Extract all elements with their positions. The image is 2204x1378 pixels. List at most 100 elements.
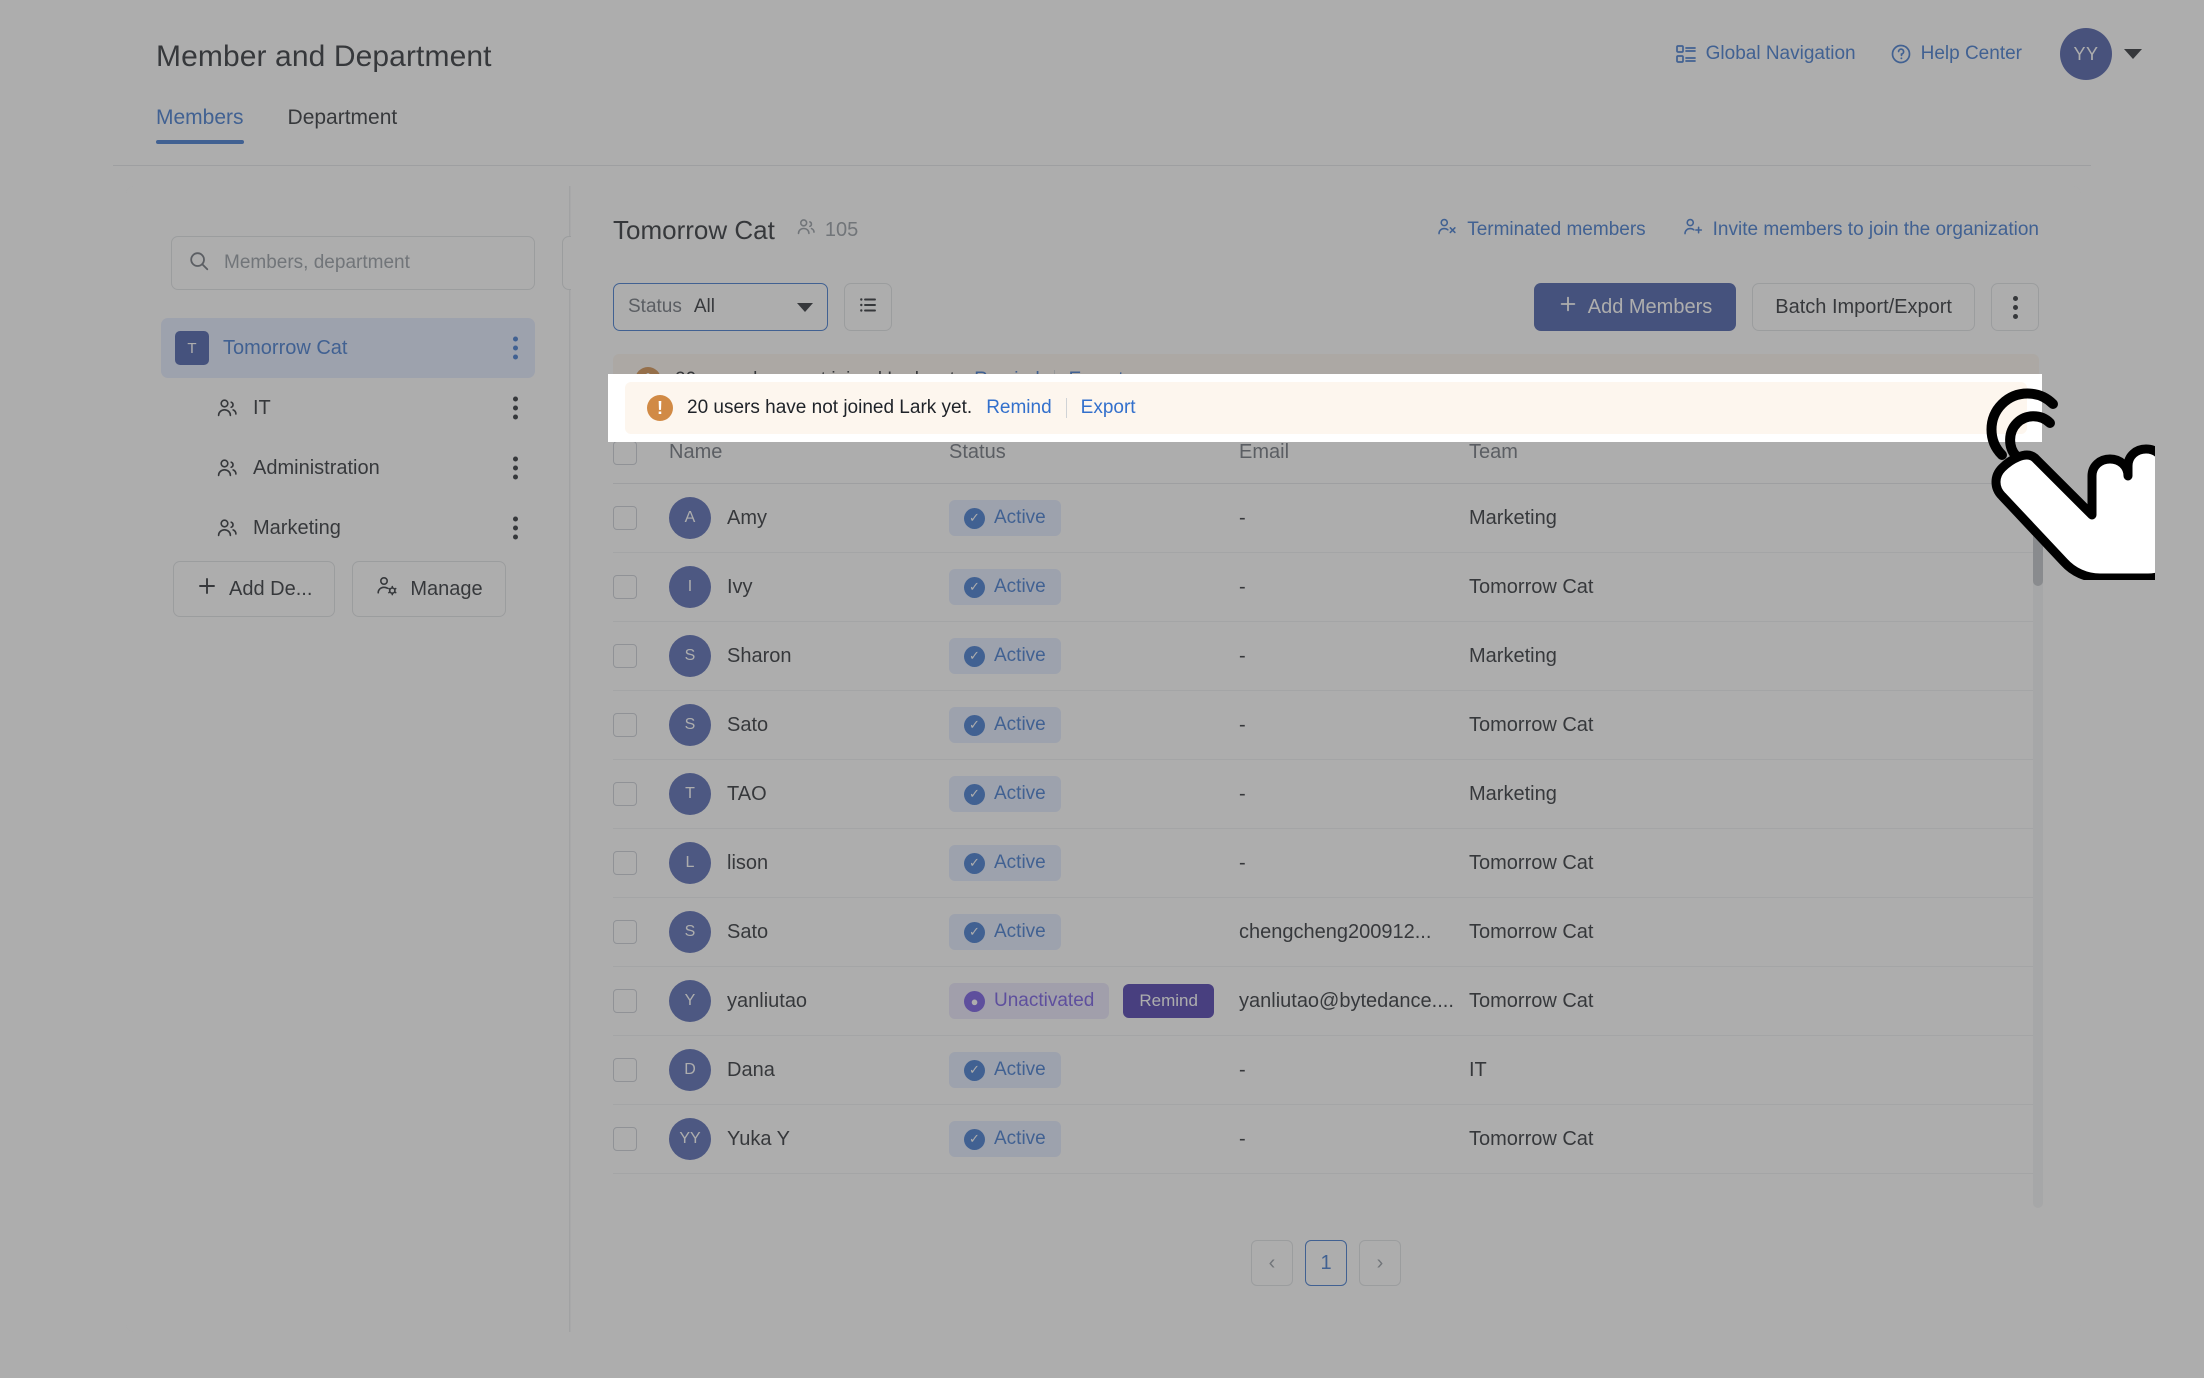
- member-team-cell: Marketing: [1469, 644, 1557, 667]
- member-name: Yuka Y: [727, 1127, 791, 1150]
- check-circle-icon: ✓: [964, 852, 985, 874]
- check-circle-icon: ✓: [964, 714, 985, 736]
- table-row[interactable]: Yyanliutao ● Unactivated Remind yanliutao@by…: [613, 967, 2039, 1036]
- help-center-link[interactable]: Help Center: [1890, 43, 2022, 65]
- batch-import-export-button[interactable]: Batch Import/Export: [1752, 283, 1975, 331]
- avatar: S: [669, 635, 711, 677]
- status-label: Active: [994, 576, 1046, 597]
- tree-node-it[interactable]: IT: [161, 378, 535, 438]
- avatar: A: [669, 497, 711, 539]
- member-name-cell: S Sato: [669, 911, 949, 953]
- tab-department[interactable]: Department: [288, 106, 398, 144]
- member-email-cell: -: [1239, 851, 1246, 874]
- tree-node-label: Administration: [253, 456, 380, 479]
- more-vertical-icon[interactable]: [513, 456, 519, 480]
- add-department-button[interactable]: Add De...: [173, 561, 336, 617]
- top-bar: Member and Department Global Navigation …: [0, 0, 2204, 120]
- status-badge: ✓ Active: [949, 1052, 1061, 1088]
- member-team-cell: IT: [1469, 1058, 1487, 1081]
- list-view-button[interactable]: [844, 283, 892, 331]
- check-circle-icon: ✓: [964, 645, 985, 667]
- more-vertical-icon[interactable]: [513, 516, 519, 540]
- more-vertical-icon[interactable]: [513, 396, 519, 420]
- avatar[interactable]: YY: [2060, 28, 2112, 80]
- alert-export-link[interactable]: Export: [1081, 397, 1136, 419]
- table-scrollbar[interactable]: [2033, 486, 2043, 1208]
- table-row[interactable]: S Sato ✓ Active chengcheng200912... Tomorrow …: [613, 898, 2039, 967]
- add-department-label: Add De...: [229, 577, 313, 600]
- row-select-cell: [613, 851, 669, 875]
- global-navigation-link[interactable]: Global Navigation: [1675, 43, 1856, 65]
- status-label: Active: [994, 921, 1046, 942]
- row-checkbox[interactable]: [613, 644, 637, 668]
- row-checkbox[interactable]: [613, 713, 637, 737]
- status-label: Unactivated: [994, 990, 1095, 1011]
- table-row[interactable]: Llison ✓ Active - Tomorrow Cat: [613, 829, 2039, 898]
- status-filter-select[interactable]: Status All: [613, 283, 828, 331]
- manage-button[interactable]: Manage: [352, 561, 506, 617]
- org-avatar: T: [175, 331, 209, 365]
- member-email-cell: -: [1239, 1058, 1246, 1081]
- member-team-cell: Tomorrow Cat: [1469, 851, 1594, 874]
- row-checkbox[interactable]: [613, 1127, 637, 1151]
- search-input[interactable]: [224, 252, 518, 274]
- member-status-cell: ✓ Active: [949, 1121, 1239, 1157]
- search-box[interactable]: [171, 236, 535, 290]
- member-name: lison: [727, 851, 769, 874]
- table-row[interactable]: I Ivy ✓ Active - Tomorrow Cat: [613, 553, 2039, 622]
- table-scrollbar-thumb[interactable]: [2033, 486, 2043, 586]
- tree-node-marketing[interactable]: Marketing: [161, 498, 535, 558]
- row-checkbox[interactable]: [613, 920, 637, 944]
- table-row[interactable]: T TAO ✓ Active - Marketing: [613, 760, 2039, 829]
- screen: Member and Department Global Navigation …: [0, 0, 2204, 1378]
- tree-node-tomorrow-cat[interactable]: T Tomorrow Cat: [161, 318, 535, 378]
- table-row[interactable]: D Dana ✓ Active - IT: [613, 1036, 2039, 1105]
- pagination-prev-button[interactable]: ‹: [1251, 1240, 1293, 1286]
- status-filter-value: All: [693, 296, 715, 317]
- not-joined-alert-highlighted: ! 20 users have not joined Lark yet. Rem…: [625, 382, 2027, 434]
- member-name-cell: A Amy: [669, 497, 949, 539]
- member-team-cell: Marketing: [1469, 782, 1557, 805]
- row-checkbox[interactable]: [613, 851, 637, 875]
- row-checkbox[interactable]: [613, 575, 637, 599]
- table-row[interactable]: S Sharon ✓ Active - Marketing: [613, 622, 2039, 691]
- tab-members[interactable]: Members: [156, 106, 244, 144]
- member-name: Sato: [727, 920, 769, 943]
- row-checkbox[interactable]: [613, 989, 637, 1013]
- row-checkbox[interactable]: [613, 1058, 637, 1082]
- avatar: L: [669, 842, 711, 884]
- add-members-label: Add Members: [1587, 295, 1713, 318]
- avatar: S: [669, 704, 711, 746]
- member-name-cell: D Dana: [669, 1049, 949, 1091]
- alert-remind-link[interactable]: Remind: [986, 397, 1051, 419]
- terminated-members-link[interactable]: Terminated members: [1436, 216, 1646, 244]
- member-settings-icon: [375, 574, 399, 604]
- add-members-button[interactable]: Add Members: [1533, 283, 1737, 331]
- pagination-next-button[interactable]: ›: [1359, 1240, 1401, 1286]
- select-all-checkbox[interactable]: [613, 440, 637, 465]
- member-name-cell: YY Yuka Y: [669, 1118, 949, 1160]
- row-checkbox[interactable]: [613, 782, 637, 806]
- table-row[interactable]: S Sato ✓ Active - Tomorrow Cat: [613, 691, 2039, 760]
- manage-label: Manage: [410, 577, 483, 600]
- more-actions-button[interactable]: [1991, 283, 2039, 331]
- check-circle-icon: ✓: [964, 783, 985, 805]
- member-status-cell: ✓ Active: [949, 1052, 1239, 1088]
- chevron-down-icon[interactable]: [2124, 49, 2142, 59]
- row-remind-button[interactable]: Remind: [1123, 984, 1214, 1018]
- more-vertical-icon[interactable]: [513, 336, 519, 360]
- department-sidebar: T Tomorrow Cat IT: [126, 186, 608, 1332]
- row-select-cell: [613, 1058, 669, 1082]
- tree-node-label: Tomorrow Cat: [223, 336, 348, 359]
- table-row[interactable]: A Amy ✓ Active - Marketing: [613, 484, 2039, 553]
- member-name: yanliutao: [727, 989, 808, 1012]
- row-checkbox[interactable]: [613, 506, 637, 530]
- tree-node-label: Marketing: [253, 516, 341, 539]
- invite-members-link[interactable]: Invite members to join the organization: [1682, 216, 2039, 244]
- tab-divider: [113, 165, 2091, 166]
- table-row[interactable]: YY Yuka Y ✓ Active - Tomorrow Cat: [613, 1105, 2039, 1174]
- user-menu[interactable]: YY: [2060, 28, 2142, 80]
- pagination-page-1[interactable]: 1: [1305, 1240, 1347, 1286]
- tree-node-administration[interactable]: Administration: [161, 438, 535, 498]
- member-count-value: 105: [824, 218, 859, 241]
